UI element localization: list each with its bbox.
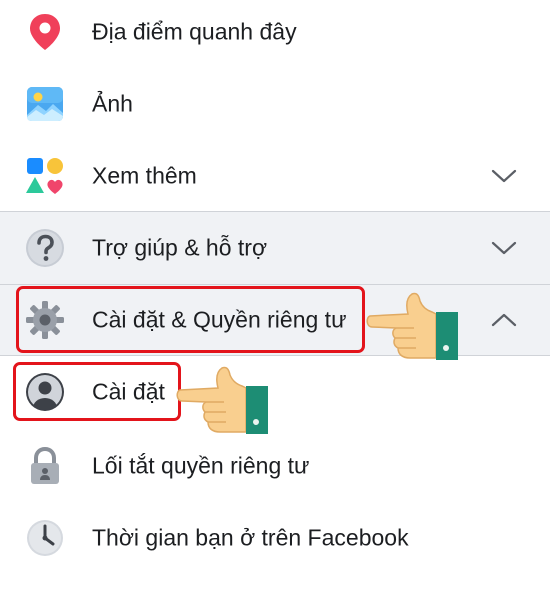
chevron-down-icon[interactable] xyxy=(490,234,518,262)
menu-item-nearby-places[interactable]: Địa điểm quanh đây xyxy=(0,0,550,64)
chevron-down-icon[interactable] xyxy=(490,162,518,190)
pointing-hand-icon xyxy=(176,360,272,443)
lock-icon xyxy=(25,446,65,486)
shapes-icon xyxy=(25,156,65,196)
photos-icon xyxy=(25,84,65,124)
menu-item-see-more[interactable]: Xem thêm xyxy=(0,140,550,212)
menu-item-label: Ảnh xyxy=(92,90,133,117)
menu-item-label: Trợ giúp & hỗ trợ xyxy=(92,234,268,261)
menu-item-photos[interactable]: Ảnh xyxy=(0,68,550,140)
menu-item-time-on-facebook[interactable]: Thời gian bạn ở trên Facebook xyxy=(0,502,550,574)
menu-item-label: Xem thêm xyxy=(92,162,197,189)
highlight-box-settings-privacy xyxy=(16,286,365,353)
menu-item-label: Lối tắt quyền riêng tư xyxy=(92,452,310,479)
location-pin-icon xyxy=(25,12,65,52)
menu-item-privacy-shortcuts[interactable]: Lối tắt quyền riêng tư xyxy=(0,430,550,502)
menu-item-label: Thời gian bạn ở trên Facebook xyxy=(92,524,409,551)
chevron-up-icon[interactable] xyxy=(490,306,518,334)
highlight-box-settings xyxy=(13,362,181,421)
clock-icon xyxy=(25,518,65,558)
menu-item-label: Địa điểm quanh đây xyxy=(92,18,297,45)
pointing-hand-icon xyxy=(366,286,462,369)
help-icon xyxy=(25,228,65,268)
menu-item-help-support[interactable]: Trợ giúp & hỗ trợ xyxy=(0,212,550,284)
